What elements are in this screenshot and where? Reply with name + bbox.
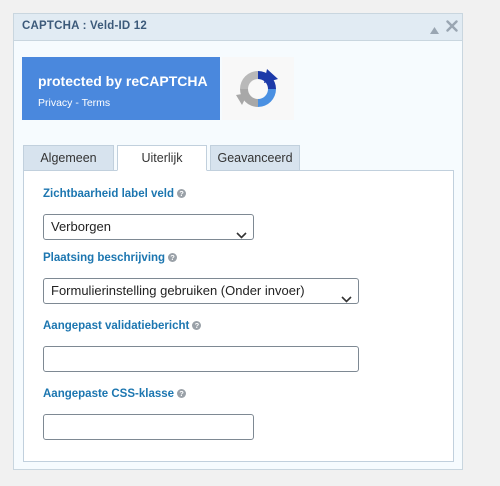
help-icon[interactable]: ? bbox=[177, 189, 187, 198]
description-placement-select[interactable]: Formulierinstelling gebruiken (Onder inv… bbox=[43, 278, 359, 304]
chevron-down-icon bbox=[236, 223, 247, 247]
validation-message-input[interactable] bbox=[43, 346, 359, 372]
chevron-down-icon bbox=[341, 287, 352, 311]
tab-uiterlijk[interactable]: Uiterlijk bbox=[117, 145, 207, 171]
panel-header: CAPTCHA : Veld-ID 12 bbox=[14, 14, 462, 41]
privacy-link[interactable]: Privacy bbox=[38, 97, 72, 109]
label-visibility-select[interactable]: Verborgen bbox=[43, 214, 254, 240]
css-class-label: Aangepaste CSS-klasse? bbox=[43, 388, 187, 400]
help-icon[interactable]: ? bbox=[192, 321, 202, 330]
recaptcha-protected-text: protected by reCAPTCHA bbox=[38, 73, 208, 89]
triangle-up-icon[interactable] bbox=[430, 21, 439, 39]
css-class-input[interactable] bbox=[43, 414, 254, 440]
label-visibility-text: Zichtbaarheid label veld bbox=[43, 188, 175, 200]
tab-content-uiterlijk: Zichtbaarheid label veld? Verborgen Plaa… bbox=[23, 170, 454, 462]
description-placement-value: Formulierinstelling gebruiken (Onder inv… bbox=[51, 283, 305, 298]
description-placement-label: Plaatsing beschrijving? bbox=[43, 252, 178, 264]
recaptcha-logo-icon bbox=[236, 69, 278, 107]
help-icon[interactable]: ? bbox=[177, 389, 187, 398]
recaptcha-logo-box bbox=[222, 57, 294, 120]
tab-geavanceerd[interactable]: Geavanceerd bbox=[210, 145, 300, 171]
description-placement-text: Plaatsing beschrijving bbox=[43, 252, 166, 264]
close-icon[interactable] bbox=[446, 19, 458, 37]
field-settings-panel: CAPTCHA : Veld-ID 12 protected by reCAPT… bbox=[13, 13, 463, 470]
validation-message-text: Aangepast validatiebericht bbox=[43, 320, 190, 332]
css-class-text: Aangepaste CSS-klasse bbox=[43, 388, 175, 400]
label-visibility-value: Verborgen bbox=[51, 219, 111, 234]
tab-algemeen[interactable]: Algemeen bbox=[23, 145, 114, 171]
panel-title: CAPTCHA : Veld-ID 12 bbox=[22, 20, 147, 32]
terms-link[interactable]: Terms bbox=[82, 97, 111, 109]
recaptcha-badge: protected by reCAPTCHA Privacy - Terms bbox=[22, 57, 220, 120]
help-icon[interactable]: ? bbox=[168, 253, 178, 262]
link-separator: - bbox=[72, 97, 82, 109]
recaptcha-links: Privacy - Terms bbox=[38, 97, 110, 109]
label-visibility-label: Zichtbaarheid label veld? bbox=[43, 188, 187, 200]
validation-message-label: Aangepast validatiebericht? bbox=[43, 320, 202, 332]
